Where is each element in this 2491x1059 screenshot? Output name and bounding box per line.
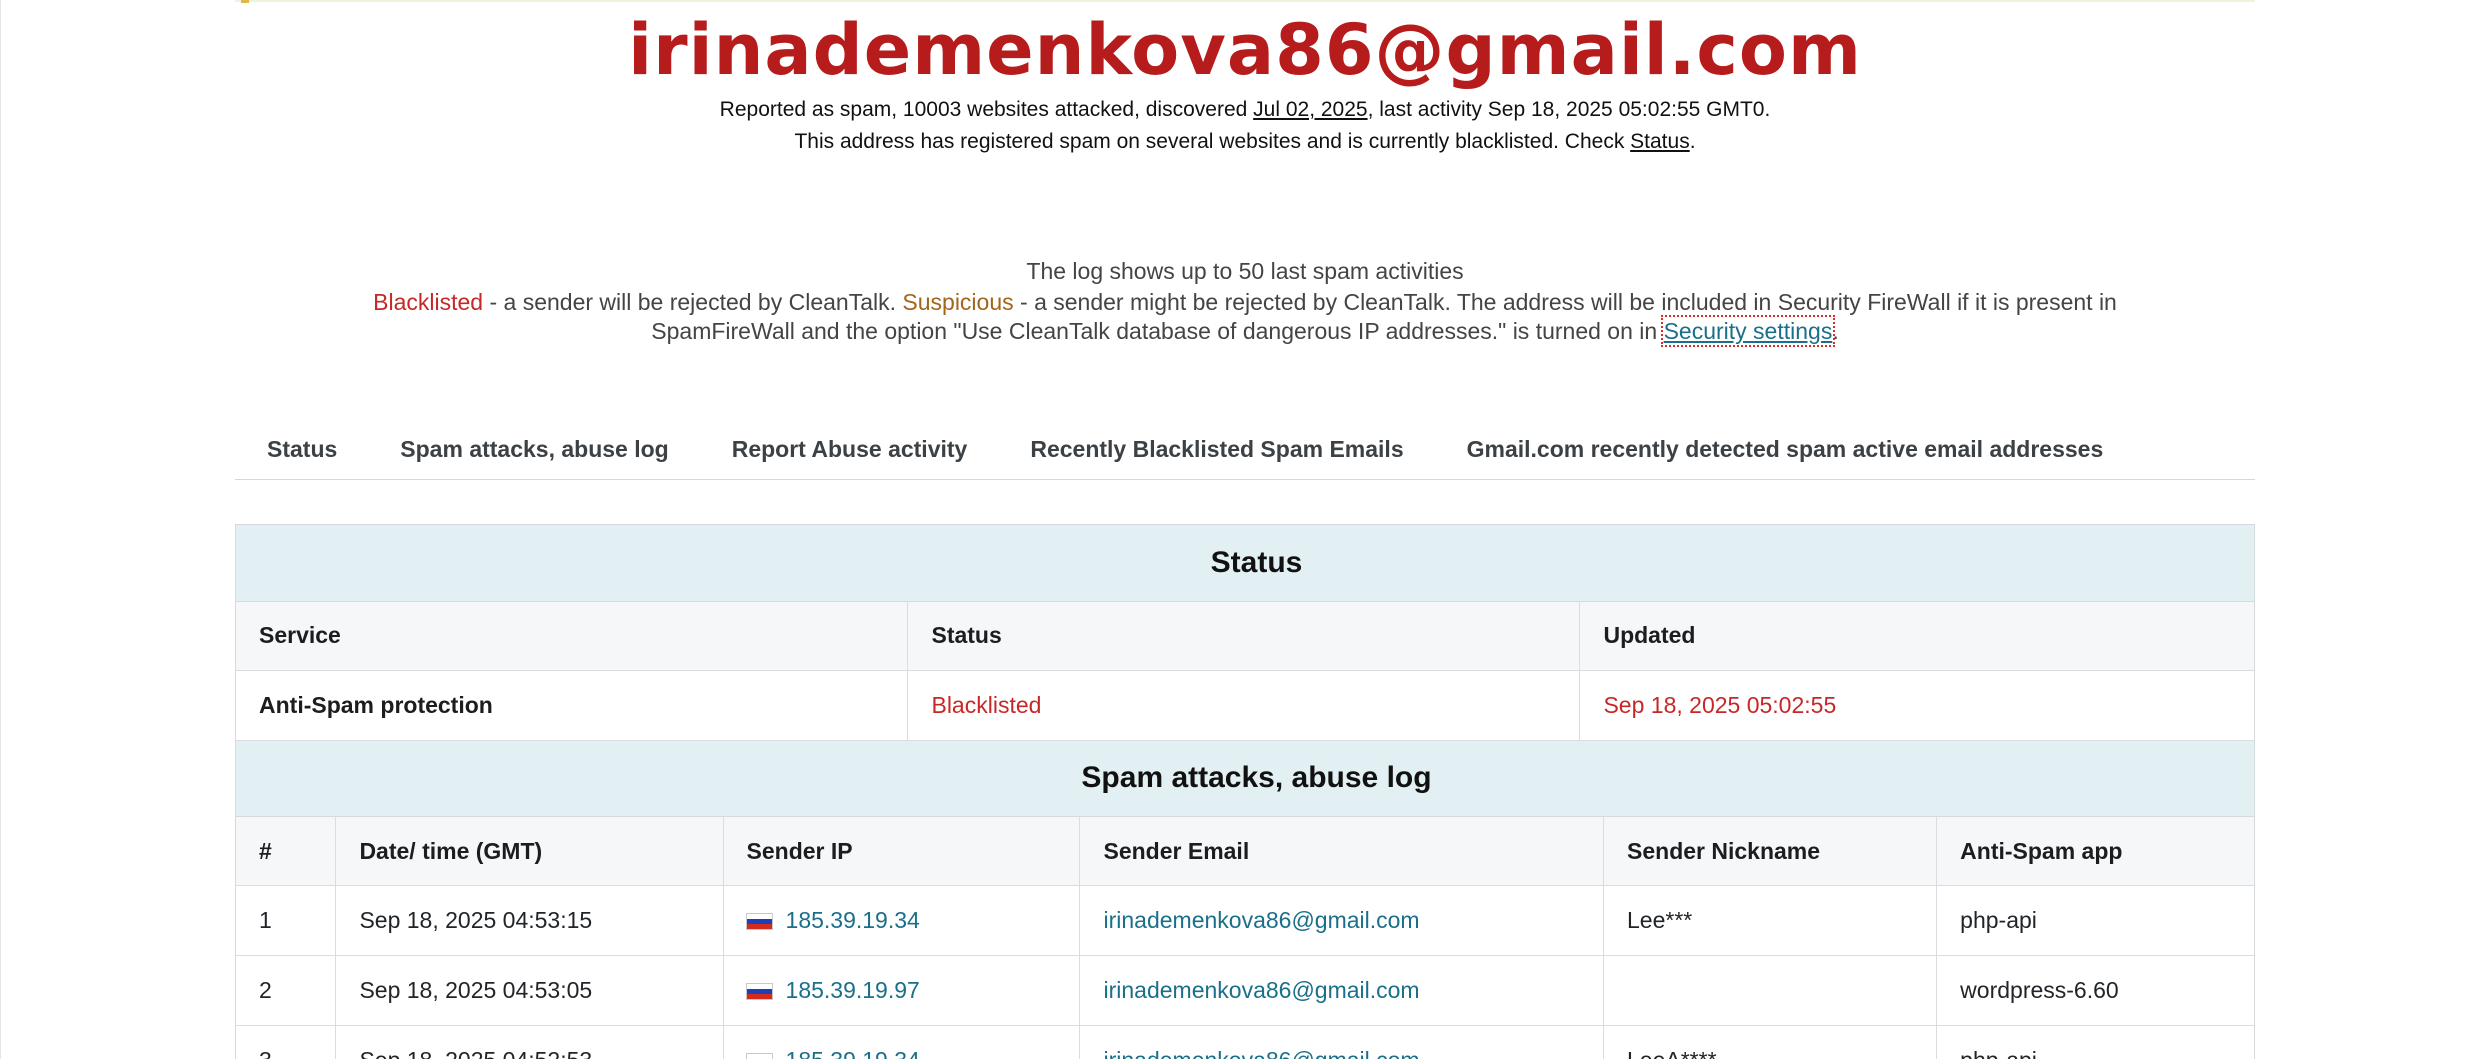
russia-flag-icon bbox=[746, 1054, 772, 1059]
status-header-row: Service Status Updated bbox=[236, 601, 2254, 671]
table-row: 1 Sep 18, 2025 04:53:15 185.39.19.34 iri… bbox=[236, 885, 2254, 956]
sender-ip-link[interactable]: 185.39.19.34 bbox=[786, 1047, 920, 1059]
security-settings-link[interactable]: Security settings bbox=[1660, 315, 1836, 347]
main-container: irinademenkova86@gmail.com Reported as s… bbox=[235, 0, 2255, 1059]
row-datetime: Sep 18, 2025 04:53:05 bbox=[335, 955, 724, 1026]
row-sender-ip-cell: 185.39.19.34 bbox=[723, 885, 1081, 956]
russia-flag-icon bbox=[746, 984, 772, 999]
log-header-row: # Date/ time (GMT) Sender IP Sender Emai… bbox=[236, 816, 2254, 886]
log-note: The log shows up to 50 last spam activit… bbox=[1026, 258, 1464, 284]
status-table: Status Service Status Updated Anti-Spam … bbox=[236, 525, 2254, 741]
sender-ip-link[interactable]: 185.39.19.34 bbox=[786, 907, 920, 933]
row-datetime: Sep 18, 2025 04:52:53 bbox=[335, 1025, 724, 1059]
notice-text: This address has registered spam on seve… bbox=[794, 130, 1631, 153]
tab-spam-attacks[interactable]: Spam attacks, abuse log bbox=[400, 436, 668, 463]
tab-report-abuse[interactable]: Report Abuse activity bbox=[732, 436, 968, 463]
blacklist-notice: This address has registered spam on seve… bbox=[235, 126, 2255, 158]
sender-email-link[interactable]: irinademenkova86@gmail.com bbox=[1103, 907, 1419, 933]
log-section-title: Spam attacks, abuse log bbox=[236, 740, 2254, 817]
discovered-date: Jul 02, 2025 bbox=[1253, 98, 1368, 121]
row-sender-nickname: LeeA**** bbox=[1603, 1025, 1938, 1059]
summary-text: Reported as spam, 10003 websites attacke… bbox=[719, 98, 1254, 121]
row-sender-ip-cell: 185.39.19.97 bbox=[723, 955, 1081, 1026]
row-sender-email-cell: irinademenkova86@gmail.com bbox=[1079, 955, 1605, 1026]
row-antispam-app: wordpress-6.60 bbox=[1936, 955, 2254, 1026]
left-border bbox=[0, 0, 1, 1059]
row-sender-nickname bbox=[1603, 955, 1938, 1026]
column-header-sender-nickname: Sender Nickname bbox=[1603, 816, 1938, 886]
legend-text: Blacklisted - a sender will be rejected … bbox=[340, 288, 2150, 347]
table-row: 3 Sep 18, 2025 04:52:53 185.39.19.34 iri… bbox=[236, 1025, 2254, 1059]
row-sender-ip-cell: 185.39.19.34 bbox=[723, 1025, 1081, 1059]
row-number: 1 bbox=[236, 885, 337, 956]
row-antispam-app: php-api bbox=[1936, 885, 2254, 956]
blacklisted-description: - a sender will be rejected by CleanTalk… bbox=[483, 289, 903, 315]
column-header-sender-email: Sender Email bbox=[1079, 816, 1605, 886]
spam-log-table: Spam attacks, abuse log # Date/ time (GM… bbox=[236, 740, 2254, 1059]
row-number: 3 bbox=[236, 1025, 337, 1059]
row-number: 2 bbox=[236, 955, 337, 1026]
sender-email-link[interactable]: irinademenkova86@gmail.com bbox=[1103, 977, 1419, 1003]
section-tabs: Status Spam attacks, abuse log Report Ab… bbox=[235, 420, 2255, 480]
updated-value: Sep 18, 2025 05:02:55 bbox=[1579, 670, 2254, 741]
row-sender-email-cell: irinademenkova86@gmail.com bbox=[1079, 1025, 1605, 1059]
status-row: Anti-Spam protection Blacklisted Sep 18,… bbox=[236, 670, 2254, 741]
column-header-service: Service bbox=[236, 601, 909, 671]
last-activity-text: , last activity Sep 18, 2025 05:02:55 GM… bbox=[1367, 98, 1771, 121]
column-header-antispam-app: Anti-Spam app bbox=[1936, 816, 2254, 886]
tab-status[interactable]: Status bbox=[267, 436, 337, 463]
service-name: Anti-Spam protection bbox=[236, 670, 909, 741]
data-panel: Status Service Status Updated Anti-Spam … bbox=[235, 524, 2255, 1059]
row-antispam-app: php-api bbox=[1936, 1025, 2254, 1059]
notice-suffix: . bbox=[1689, 130, 1696, 153]
suspicious-label: Suspicious bbox=[902, 289, 1014, 315]
blacklisted-label: Blacklisted bbox=[373, 289, 484, 315]
column-header-number: # bbox=[236, 816, 337, 886]
sender-email-link[interactable]: irinademenkova86@gmail.com bbox=[1103, 1047, 1419, 1059]
page-title: irinademenkova86@gmail.com bbox=[628, 9, 1862, 91]
report-summary: Reported as spam, 10003 websites attacke… bbox=[235, 94, 2255, 126]
russia-flag-icon bbox=[746, 914, 772, 929]
column-header-datetime: Date/ time (GMT) bbox=[335, 816, 724, 886]
tab-recently-blacklisted[interactable]: Recently Blacklisted Spam Emails bbox=[1030, 436, 1403, 463]
row-datetime: Sep 18, 2025 04:53:15 bbox=[335, 885, 724, 956]
page: irinademenkova86@gmail.com Reported as s… bbox=[0, 0, 2491, 1059]
sender-ip-link[interactable]: 185.39.19.97 bbox=[786, 977, 920, 1003]
status-value: Blacklisted bbox=[907, 670, 1581, 741]
status-section-title: Status bbox=[236, 525, 2254, 602]
table-row: 2 Sep 18, 2025 04:53:05 185.39.19.97 iri… bbox=[236, 955, 2254, 1026]
row-sender-nickname: Lee*** bbox=[1603, 885, 1938, 956]
status-link[interactable]: Status bbox=[1630, 130, 1690, 153]
column-header-updated: Updated bbox=[1579, 601, 2254, 671]
column-header-sender-ip: Sender IP bbox=[723, 816, 1081, 886]
column-header-status: Status bbox=[907, 601, 1581, 671]
tab-gmail-spam-addresses[interactable]: Gmail.com recently detected spam active … bbox=[1467, 436, 2104, 463]
legend-suffix: . bbox=[1832, 318, 1839, 344]
row-sender-email-cell: irinademenkova86@gmail.com bbox=[1079, 885, 1605, 956]
